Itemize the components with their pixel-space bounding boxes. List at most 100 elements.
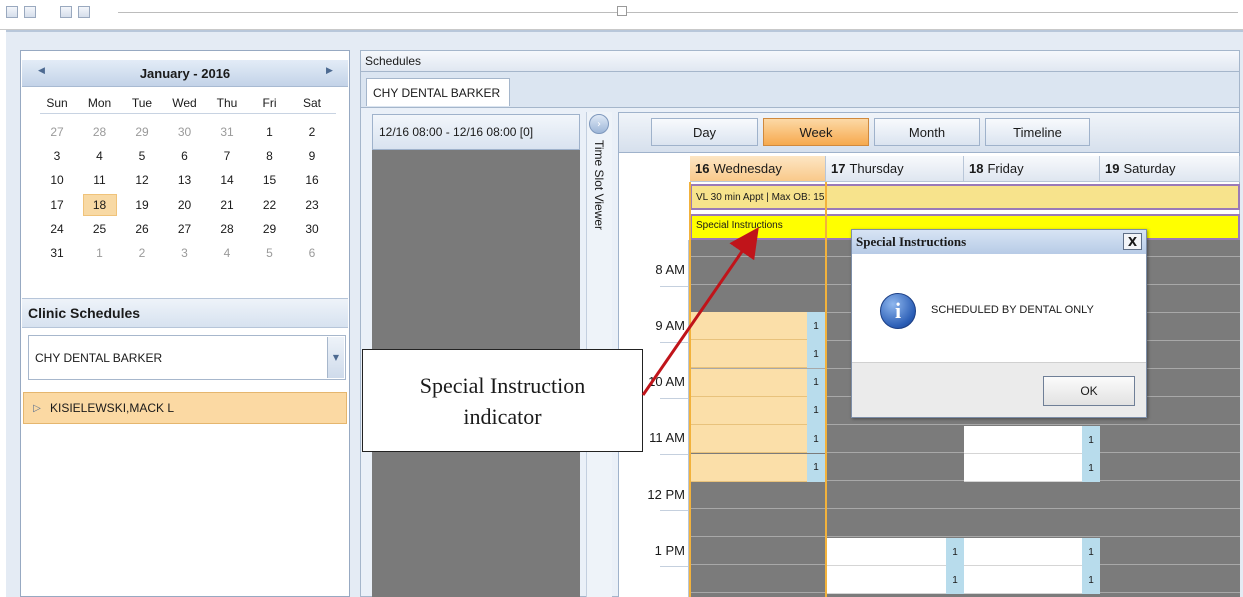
calendar-day[interactable]: 16 (295, 169, 329, 191)
calendar-day[interactable]: 2 (295, 121, 329, 143)
time-slot-open[interactable] (964, 426, 1082, 454)
time-slot-open[interactable] (691, 312, 807, 340)
slot-indicator[interactable]: 1 (807, 453, 825, 482)
toolbar-button-first[interactable] (6, 6, 18, 18)
close-icon[interactable]: X (1123, 233, 1142, 250)
resize-handle[interactable] (617, 6, 627, 16)
calendar-day[interactable]: 12 (125, 169, 159, 191)
collapse-arrow-icon[interactable]: › (589, 114, 609, 134)
time-slot-viewer-label: Time Slot Viewer (592, 140, 606, 231)
time-slot-open[interactable] (691, 396, 807, 425)
clinic-select[interactable]: CHY DENTAL BARKER (28, 335, 346, 380)
day-num: 19 (1105, 161, 1120, 176)
calendar-day[interactable]: 4 (83, 145, 117, 167)
calendar-day[interactable]: 17 (40, 194, 74, 216)
calendar-day[interactable]: 23 (295, 194, 329, 216)
time-divider (660, 286, 688, 287)
calendar-day[interactable]: 27 (168, 218, 202, 240)
calendar-day[interactable]: 28 (210, 218, 244, 240)
day-header-wednesday[interactable]: 16 Wednesday (690, 156, 826, 182)
calendar-day[interactable]: 2 (125, 242, 159, 264)
calendar-day[interactable]: 29 (125, 121, 159, 143)
calendar-day[interactable]: 29 (253, 218, 287, 240)
time-slot-open[interactable] (691, 425, 807, 454)
chevron-down-icon[interactable]: ▼ (327, 337, 344, 378)
slot-indicator[interactable]: 1 (1082, 426, 1100, 454)
time-slot-open[interactable] (964, 454, 1082, 482)
chevron-left-icon[interactable]: ◀ (38, 66, 45, 76)
calendar-day[interactable]: 30 (295, 218, 329, 240)
chevron-right-icon[interactable]: ▶ (326, 66, 333, 76)
calendar-day[interactable]: 4 (210, 242, 244, 264)
toolbar-button-last[interactable] (78, 6, 90, 18)
calendar-day[interactable]: 7 (210, 145, 244, 167)
calendar-day[interactable]: 8 (253, 145, 287, 167)
slot-indicator[interactable]: 1 (807, 312, 825, 340)
grid-line (690, 508, 1240, 509)
calendar-day[interactable]: 27 (40, 121, 74, 143)
slot-indicator[interactable]: 1 (807, 340, 825, 369)
calendar-day[interactable]: 31 (40, 242, 74, 264)
time-slot-open[interactable] (691, 340, 807, 369)
calendar-day[interactable]: 20 (168, 194, 202, 216)
time-divider (660, 454, 688, 455)
time-slot-range[interactable]: 12/16 08:00 - 12/16 08:00 [0] (372, 114, 580, 150)
slot-indicator[interactable]: 1 (946, 538, 964, 566)
calendar-day[interactable]: 5 (125, 145, 159, 167)
tab-clinic[interactable]: CHY DENTAL BARKER (366, 78, 510, 106)
calendar-day[interactable]: 14 (210, 169, 244, 191)
calendar-day[interactable]: 5 (253, 242, 287, 264)
calendar-day[interactable]: 28 (83, 121, 117, 143)
calendar-day[interactable]: 1 (253, 121, 287, 143)
calendar-day[interactable]: 9 (295, 145, 329, 167)
slot-indicator[interactable]: 1 (946, 566, 964, 594)
slot-indicator[interactable]: 1 (1082, 538, 1100, 566)
time-slot-open[interactable] (964, 538, 1082, 566)
calendar-day[interactable]: 6 (168, 145, 202, 167)
calendar-day[interactable]: 1 (83, 242, 117, 264)
calendar-day[interactable]: 3 (40, 145, 74, 167)
toolbar-button-next[interactable] (60, 6, 72, 18)
view-week-button[interactable]: Week (763, 118, 869, 146)
calendar-day[interactable]: 13 (168, 169, 202, 191)
calendar-day[interactable]: 24 (40, 218, 74, 240)
calendar-day[interactable]: 19 (125, 194, 159, 216)
calendar-day[interactable]: 11 (83, 169, 117, 191)
all-day-event-appt[interactable]: VL 30 min Appt | Max OB: 15 (690, 184, 1240, 210)
expand-icon[interactable]: ▷ (24, 403, 50, 414)
time-slot-open[interactable] (826, 538, 946, 566)
time-slot-open[interactable] (964, 566, 1082, 594)
calendar-day[interactable]: 30 (168, 121, 202, 143)
calendar-day[interactable]: 3 (168, 242, 202, 264)
day-header-friday[interactable]: 18 Friday (964, 156, 1100, 182)
calendar-day[interactable]: 25 (83, 218, 117, 240)
slot-indicator[interactable]: 1 (807, 425, 825, 454)
toolbar-button-prev[interactable] (24, 6, 36, 18)
time-slot-open[interactable] (691, 368, 807, 397)
day-num: 17 (831, 161, 846, 176)
view-timeline-button[interactable]: Timeline (985, 118, 1090, 146)
slot-indicator[interactable]: 1 (807, 396, 825, 425)
day-header-thursday[interactable]: 17 Thursday (826, 156, 964, 182)
ok-button[interactable]: OK (1043, 376, 1135, 406)
calendar-day[interactable]: 15 (253, 169, 287, 191)
calendar-day[interactable]: 10 (40, 169, 74, 191)
calendar-day[interactable]: 21 (210, 194, 244, 216)
slot-indicator[interactable]: 1 (1082, 566, 1100, 594)
callout-line-1: Special Instruction (419, 372, 586, 398)
calendar-day[interactable]: 6 (295, 242, 329, 264)
slot-indicator[interactable]: 1 (1082, 454, 1100, 482)
time-slot-open[interactable] (826, 566, 946, 594)
calendar-day[interactable]: 18 (82, 193, 117, 216)
time-label: 1 PM (654, 543, 685, 558)
clinic-schedules-heading: Clinic Schedules (22, 298, 348, 328)
calendar-day[interactable]: 22 (253, 194, 287, 216)
slot-indicator[interactable]: 1 (807, 368, 825, 397)
calendar-day[interactable]: 31 (210, 121, 244, 143)
time-slot-open[interactable] (691, 453, 807, 482)
view-month-button[interactable]: Month (874, 118, 980, 146)
provider-row[interactable]: ▷ KISIELEWSKI,MACK L (23, 392, 347, 424)
day-header-saturday[interactable]: 19 Saturday (1100, 156, 1240, 182)
calendar-day[interactable]: 26 (125, 218, 159, 240)
view-day-button[interactable]: Day (651, 118, 758, 146)
